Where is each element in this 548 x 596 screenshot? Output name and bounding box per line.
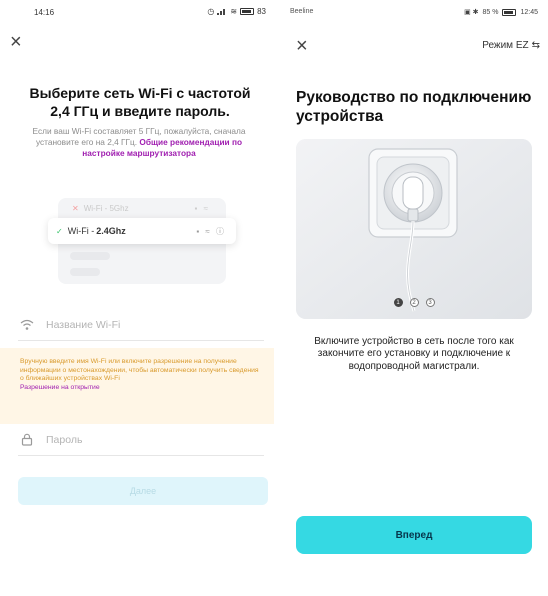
battery-icon [502, 8, 517, 16]
status-time: 14:16 [34, 8, 55, 17]
wifi-name-field[interactable]: Название Wi-Fi [18, 309, 264, 341]
alarm-icon: ◷ [207, 7, 215, 16]
pager-dot-2[interactable]: 2 [409, 298, 419, 307]
wifi-name-placeholder: Название Wi-Fi [46, 318, 121, 331]
wifi-example-placeholder [70, 252, 110, 260]
forward-button[interactable]: Вперед [296, 516, 532, 554]
battery-level: 85 % [482, 8, 499, 16]
socket-illustration: 1 2 3 [296, 139, 532, 319]
page-title: Выберите сеть Wi-Fi с частотой 2,4 ГГц и… [29, 85, 251, 119]
wifi-setup-screen: 14:16 ◷ ≋ 83 × Выберите сеть Wi-Fi с час… [0, 0, 274, 596]
wifi-band-hint: Если ваш Wi-Fi составляет 5 ГГц, пожалуй… [14, 126, 264, 159]
wifi-lock-icons: ▪ ≈ [194, 203, 210, 213]
signal-icon [217, 8, 227, 15]
close-icon[interactable]: × [10, 32, 22, 52]
lock-icon [18, 431, 36, 449]
guide-description: Включите устройство в сеть после того ка… [314, 336, 514, 372]
wifi-lock-info-icons: ▪ ≈ ⓘ [196, 226, 226, 236]
switch-mode-icon: ⇆ [531, 40, 540, 51]
password-field[interactable]: Пароль [18, 424, 264, 456]
notice-text: Вручную введите имя Wi-Fi или включите р… [20, 358, 259, 383]
ez-mode-label: Режим EZ [482, 40, 529, 51]
device-guide-screen: Beeline ▣ ✱ 85 % 12:45 × Режим EZ ⇆ Руко… [278, 0, 548, 596]
page-title: Руководство по подключению устройства [296, 89, 532, 125]
status-icons: ▣ ✱ 85 % 12:45 [464, 8, 538, 16]
carrier-label: Beeline [290, 8, 314, 15]
open-permission-link[interactable]: Разрешение на открытие [20, 384, 100, 391]
wifi-example-24ghz-prefix: Wi-Fi - [67, 226, 95, 236]
location-permission-notice: Вручную введите имя Wi-Fi или включите р… [0, 348, 274, 424]
plug-in-socket-image [296, 139, 532, 319]
close-icon[interactable]: × [296, 36, 308, 56]
wifi-example-5ghz-label: Wi-Fi - 5Ghz [83, 203, 129, 213]
wifi-icon [18, 316, 36, 334]
wifi-example-24ghz: ✓ Wi-Fi - 2.4Ghz ▪ ≈ ⓘ [48, 218, 236, 244]
password-placeholder: Пароль [46, 433, 83, 446]
notification-icons: ▣ ✱ [464, 9, 479, 16]
battery-icon [240, 8, 255, 15]
pager-dot-3[interactable]: 3 [425, 298, 435, 307]
status-time: 12:45 [520, 8, 538, 16]
cross-icon: ✕ [72, 203, 79, 213]
wifi-status-icon: ≋ [230, 7, 238, 16]
pager-dot-1[interactable]: 1 [393, 298, 403, 307]
wifi-example-5ghz: ✕ Wi-Fi - 5Ghz ▪ ≈ [64, 198, 220, 218]
battery-level: 83 [257, 7, 266, 16]
wifi-example-placeholder [70, 268, 100, 276]
wifi-example-24ghz-band: 2.4Ghz [96, 226, 126, 236]
next-button[interactable]: Далее [18, 477, 268, 505]
image-pager: 1 2 3 [296, 298, 532, 307]
status-icons: ◷ ≋ 83 [207, 7, 266, 16]
status-bar: 14:16 ◷ ≋ 83 [0, 0, 274, 22]
ez-mode-switch[interactable]: Режим EZ ⇆ [482, 40, 540, 51]
check-icon: ✓ [56, 226, 63, 236]
status-bar: Beeline ▣ ✱ 85 % 12:45 [278, 0, 548, 22]
